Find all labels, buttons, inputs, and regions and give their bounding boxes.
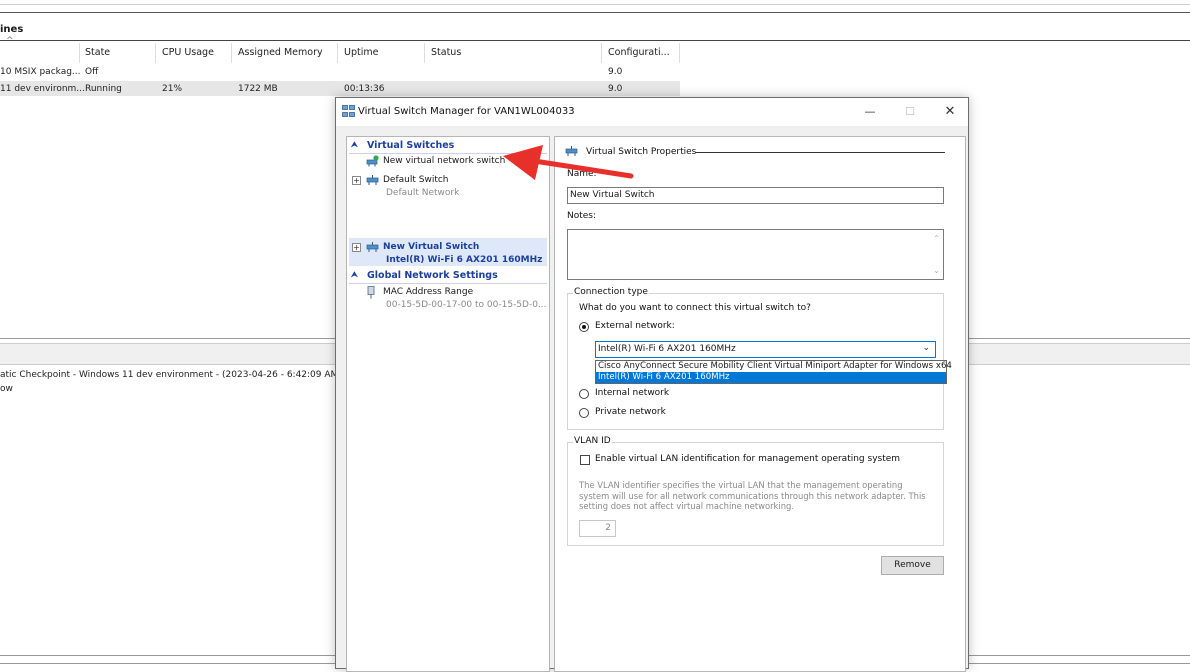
private-network-radio[interactable] — [579, 408, 589, 418]
scroll-up-icon[interactable]: ⌃ — [933, 234, 940, 243]
notes-label: Notes: — [567, 211, 597, 221]
tree-item-mac-range-value: 00-15-5D-00-17-00 to 00-15-5D-0... — [386, 300, 547, 310]
tree-header-global-settings[interactable]: ⮝ Global Network Settings — [349, 270, 547, 284]
close-button[interactable]: ✕ — [936, 102, 964, 122]
adapter-select-value: Intel(R) Wi-Fi 6 AX201 160MHz — [598, 344, 736, 354]
column-status[interactable]: Status — [431, 47, 461, 58]
checkpoint-item[interactable]: atic Checkpoint - Windows 11 dev environ… — [0, 370, 342, 380]
vm-name: 10 MSIX packag... — [0, 67, 81, 77]
internal-network-label: Internal network — [595, 388, 670, 398]
vm-config: 9.0 — [608, 84, 623, 94]
connection-type-title: Connection type — [573, 287, 649, 297]
expand-icon[interactable]: + — [352, 176, 361, 185]
column-uptime[interactable]: Uptime — [344, 47, 378, 58]
vlan-id-input[interactable]: 2 — [579, 520, 616, 537]
connection-question: What do you want to connect this virtual… — [579, 303, 811, 313]
column-config[interactable]: Configurati... — [608, 47, 670, 58]
external-network-label: External network: — [595, 321, 675, 331]
chevron-down-icon[interactable]: ⌄ — [922, 343, 930, 353]
top-divider — [0, 12, 1190, 13]
tree-item-mac-range[interactable]: MAC Address Range — [383, 287, 473, 297]
vm-state: Off — [85, 67, 99, 77]
virtual-switch-manager-dialog: Virtual Switch Manager for VAN1WL004033 … — [335, 97, 969, 672]
top-border — [0, 4, 1190, 5]
vm-state: Running — [85, 84, 122, 94]
section-divider — [695, 152, 945, 153]
vlan-description: The VLAN identifier specifies the virtua… — [579, 480, 926, 511]
annotation-arrow-icon — [503, 145, 634, 180]
vlan-title: VLAN ID — [573, 436, 612, 446]
vm-cpu: 21% — [162, 84, 183, 94]
adapter-select[interactable]: Intel(R) Wi-Fi 6 AX201 160MHz ⌄ — [595, 341, 936, 358]
tree-item-adapter: Intel(R) Wi-Fi 6 AX201 160MHz — [386, 255, 543, 265]
vm-config: 9.0 — [608, 67, 623, 77]
dialog-titlebar[interactable]: Virtual Switch Manager for VAN1WL004033 … — [336, 98, 968, 126]
tree-item-default-switch[interactable]: Default Switch — [383, 175, 449, 185]
mac-address-icon — [367, 286, 375, 299]
vm-uptime: 00:13:36 — [344, 84, 385, 94]
expand-icon[interactable]: + — [352, 243, 361, 252]
vlan-checkbox[interactable] — [580, 455, 590, 465]
checkpoint-now[interactable]: ow — [0, 384, 13, 394]
sort-caret-icon: ^ — [6, 36, 14, 46]
switch-properties-pane: Virtual Switch Properties Name: New Virt… — [554, 136, 966, 672]
remove-button[interactable]: Remove — [881, 556, 944, 575]
external-network-radio[interactable] — [579, 322, 589, 332]
maximize-button[interactable]: ☐ — [896, 102, 924, 122]
new-switch-icon — [366, 155, 379, 167]
minimize-button[interactable]: — — [856, 102, 884, 122]
vlan-checkbox-label: Enable virtual LAN identification for ma… — [595, 454, 901, 464]
column-state[interactable]: State — [85, 47, 110, 58]
internal-network-radio[interactable] — [579, 389, 589, 399]
collapse-chevron-icon[interactable]: ⮝ — [351, 270, 358, 280]
tree-item-default-network: Default Network — [386, 188, 460, 198]
column-memory[interactable]: Assigned Memory — [238, 47, 323, 58]
tree-item-label: New Virtual Switch — [383, 242, 480, 252]
virtual-switch-manager-icon — [342, 105, 355, 117]
vm-name: 11 dev environm... — [0, 84, 85, 94]
adapter-option[interactable]: Cisco AnyConnect Secure Mobility Client … — [596, 361, 952, 372]
column-cpu[interactable]: CPU Usage — [162, 47, 214, 58]
private-network-label: Private network — [595, 407, 666, 417]
vm-pane-title: ines — [0, 24, 24, 35]
adapter-dropdown-list: Cisco AnyConnect Secure Mobility Client … — [595, 360, 952, 384]
name-input[interactable]: New Virtual Switch — [567, 187, 944, 204]
collapse-chevron-icon[interactable]: ⮝ — [351, 140, 358, 150]
switch-icon — [366, 175, 379, 185]
vm-pane-header-border — [0, 40, 1190, 41]
notes-textarea[interactable]: ⌃ ⌄ — [567, 229, 944, 280]
switch-tree: ⮝ Virtual Switches New virtual network s… — [346, 136, 550, 672]
switch-icon — [366, 242, 379, 252]
vm-memory: 1722 MB — [238, 84, 278, 94]
dialog-title: Virtual Switch Manager for VAN1WL004033 — [358, 106, 575, 117]
scroll-down-icon[interactable]: ⌄ — [933, 266, 940, 275]
adapter-option-selected[interactable]: Intel(R) Wi-Fi 6 AX201 160MHz — [596, 372, 946, 383]
tree-item-label: New virtual network switch — [383, 156, 506, 166]
